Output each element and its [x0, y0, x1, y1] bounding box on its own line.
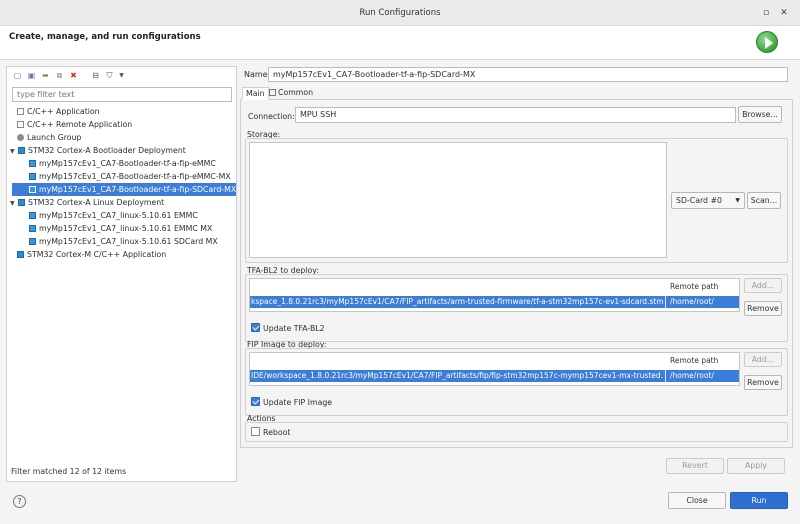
stm32-icon — [18, 146, 25, 154]
connection-label: Connection: — [248, 112, 295, 121]
configuration-editor: Name: myMp157cEv1_CA7-Bootloader-tf-a-fi… — [240, 66, 793, 482]
collapse-all-icon[interactable]: ⊟ — [91, 71, 100, 80]
close-button[interactable]: Close — [668, 492, 726, 509]
storage-select[interactable]: SD-Card #0 ▼ — [671, 192, 745, 209]
fip-file-row[interactable]: IDE/workspace_1.8.0.21rc3/myMp157cEv1/CA… — [250, 370, 739, 382]
configuration-name-field[interactable]: myMp157cEv1_CA7-Bootloader-tf-a-fip-SDCa… — [268, 67, 788, 82]
c-file-icon — [17, 120, 24, 128]
update-fip-label: Update FIP Image — [263, 398, 333, 407]
window-title: Run Configurations — [359, 8, 441, 18]
fip-remote-path-header: Remote path — [670, 356, 719, 365]
fip-list[interactable]: Remote path IDE/workspace_1.8.0.21rc3/my… — [249, 352, 740, 386]
update-tfa-label: Update TFA-BL2 — [263, 324, 325, 333]
filter-input[interactable] — [12, 87, 232, 102]
apply-button[interactable]: Apply — [727, 458, 785, 474]
tfa-file-row[interactable]: kspace_1.8.0.21rc3/myMp157cEv1/CA7/FIP_a… — [250, 296, 739, 308]
stm32-icon — [29, 211, 36, 219]
c-file-icon — [17, 107, 24, 115]
view-menu-chevron-icon[interactable]: ▼ — [117, 71, 126, 80]
duplicate-icon[interactable]: ⧉ — [55, 71, 64, 80]
update-tfa-checkbox[interactable] — [251, 323, 260, 332]
stm32-icon — [29, 237, 36, 245]
tree-item-bootloader-emmc-mx[interactable]: myMp157cEv1_CA7-Bootloader-tf-a-fip-eMMC… — [29, 170, 231, 183]
window-titlebar: Run Configurations ▫ ✕ — [0, 0, 800, 26]
tree-item-cpp-remote-application[interactable]: C/C++ Remote Application — [17, 118, 132, 131]
stm32-icon — [29, 159, 36, 167]
update-fip-checkbox[interactable] — [251, 397, 260, 406]
tfa-list[interactable]: Remote path kspace_1.8.0.21rc3/myMp157cE… — [249, 278, 740, 312]
tree-item-launch-group[interactable]: Launch Group — [17, 131, 81, 144]
tfa-remote-path: /home/root/ — [670, 297, 714, 306]
tfa-add-button[interactable]: Add... — [744, 278, 782, 293]
run-button[interactable]: Run — [730, 492, 788, 509]
filter-status: Filter matched 12 of 12 items — [11, 467, 127, 476]
reboot-checkbox[interactable] — [251, 427, 260, 436]
editor-tabs: Main Common — [240, 86, 793, 100]
stm32-icon — [29, 224, 36, 232]
tab-common[interactable]: Common — [266, 87, 316, 100]
name-label: Name: — [244, 70, 271, 79]
tree-item-cpp-application[interactable]: C/C++ Application — [17, 105, 100, 118]
actions-group — [245, 422, 788, 442]
tfa-file-path: kspace_1.8.0.21rc3/myMp157cEv1/CA7/FIP_a… — [251, 297, 663, 306]
export-icon[interactable]: ➦ — [41, 71, 50, 80]
tree-item-linux-emmc[interactable]: myMp157cEv1_CA7_linux-5.10.61 EMMC — [29, 209, 198, 222]
browse-button[interactable]: Browse... — [738, 106, 782, 123]
delete-icon[interactable]: ✖ — [69, 71, 78, 80]
tree-item-stm32-bootloader-deployment[interactable]: ▼ STM32 Cortex-A Bootloader Deployment — [10, 144, 186, 157]
chevron-down-icon: ▼ — [735, 197, 740, 204]
stm32-icon — [17, 250, 24, 258]
tree-item-linux-sdcard-mx[interactable]: myMp157cEv1_CA7_linux-5.10.61 SDCard MX — [29, 235, 218, 248]
connection-field[interactable]: MPU SSH — [295, 107, 736, 123]
main-tab-body: Connection: MPU SSH Browse... Storage: S… — [240, 100, 793, 448]
fip-add-button[interactable]: Add... — [744, 352, 782, 367]
stm32-icon — [29, 172, 36, 180]
help-icon[interactable]: ? — [13, 495, 26, 508]
reboot-label: Reboot — [263, 428, 291, 437]
new-prototype-icon[interactable]: ▣ — [27, 71, 36, 80]
tree-item-linux-emmc-mx[interactable]: myMp157cEv1_CA7_linux-5.10.61 EMMC MX — [29, 222, 212, 235]
stm32-icon — [18, 198, 25, 206]
tree-item-bootloader-sdcard-mx[interactable]: myMp157cEv1_CA7-Bootloader-tf-a-fip-SDCa… — [12, 183, 236, 196]
common-tab-icon — [269, 89, 276, 96]
filter-icon[interactable]: ⛉ — [105, 71, 114, 80]
chevron-down-icon[interactable]: ▼ — [10, 145, 18, 158]
stm32-icon — [29, 185, 36, 193]
configuration-tree-pane: ▢ ▣ ➦ ⧉ ✖ ⊟ ⛉ ▼ C/C++ Application C/C++ … — [6, 66, 237, 482]
tree-item-stm32-cortex-m[interactable]: STM32 Cortex-M C/C++ Application — [17, 248, 166, 261]
revert-button[interactable]: Revert — [666, 458, 724, 474]
tab-main[interactable]: Main — [242, 87, 269, 100]
tree-item-stm32-linux-deployment[interactable]: ▼ STM32 Cortex-A Linux Deployment — [10, 196, 164, 209]
fip-file-path: IDE/workspace_1.8.0.21rc3/myMp157cEv1/CA… — [251, 371, 663, 380]
launch-group-icon — [17, 133, 24, 141]
dialog-header: Create, manage, and run configurations — [0, 26, 800, 60]
remote-path-header: Remote path — [670, 282, 719, 291]
fip-remote-path: /home/root/ — [670, 371, 714, 380]
close-icon[interactable]: ✕ — [778, 7, 790, 19]
tfa-remove-button[interactable]: Remove — [744, 301, 782, 316]
chevron-down-icon[interactable]: ▼ — [10, 197, 18, 210]
dialog-footer: ? Close Run — [0, 486, 800, 524]
scan-button[interactable]: Scan... — [747, 192, 781, 209]
dialog-subtitle: Create, manage, and run configurations — [9, 32, 201, 42]
fip-remove-button[interactable]: Remove — [744, 375, 782, 390]
tree-item-bootloader-emmc[interactable]: myMp157cEv1_CA7-Bootloader-tf-a-fip-eMMC — [29, 157, 216, 170]
run-banner-icon — [756, 31, 778, 53]
storage-list[interactable] — [249, 142, 667, 258]
minimize-icon[interactable]: ▫ — [760, 7, 772, 19]
new-configuration-icon[interactable]: ▢ — [13, 71, 22, 80]
